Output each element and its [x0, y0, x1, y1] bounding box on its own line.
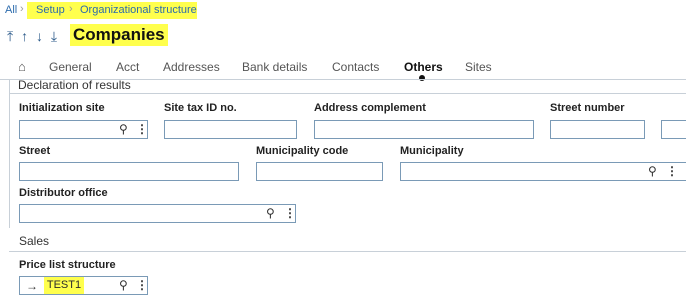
label-price-list-structure: Price list structure — [19, 259, 116, 271]
section-title-declaration: Declaration of results — [18, 78, 131, 92]
street-number-field[interactable] — [550, 120, 645, 139]
breadcrumb-setup[interactable]: Setup — [36, 3, 65, 18]
home-icon[interactable]: ⌂ — [18, 59, 26, 74]
more-options-icon[interactable]: ⋮ — [284, 206, 296, 220]
municipality-code-field[interactable] — [256, 162, 383, 181]
tab-bank-details[interactable]: Bank details — [242, 60, 307, 74]
municipality-field[interactable]: ⚲ ⋮ — [400, 162, 686, 181]
section-border — [9, 80, 10, 228]
label-street-number: Street number — [550, 102, 625, 114]
tab-sites[interactable]: Sites — [465, 60, 492, 74]
label-street: Street — [19, 145, 51, 157]
breadcrumb-organizational-structure[interactable]: Organizational structure — [80, 3, 197, 18]
record-navigation-arrows[interactable]: ⤒ ↑ ↓ ⤓ — [7, 28, 59, 45]
more-options-icon[interactable]: ⋮ — [136, 278, 148, 292]
label-address-complement: Address complement — [314, 102, 426, 114]
tab-addresses[interactable]: Addresses — [163, 60, 220, 74]
search-icon[interactable]: ⚲ — [266, 206, 275, 220]
truncated-field[interactable] — [661, 120, 686, 139]
initialization-site-field[interactable]: ⚲ ⋮ — [19, 120, 148, 139]
label-municipality: Municipality — [400, 145, 464, 157]
more-options-icon[interactable]: ⋮ — [666, 164, 678, 178]
chevron-right-icon: › — [69, 3, 73, 15]
distributor-office-field[interactable]: ⚲ ⋮ — [19, 204, 296, 223]
more-options-icon[interactable]: ⋮ — [136, 122, 148, 136]
section-title-sales: Sales — [19, 234, 50, 248]
label-municipality-code: Municipality code — [256, 145, 349, 157]
label-initialization-site: Initialization site — [19, 102, 105, 114]
price-list-structure-field[interactable]: → TEST1 ⚲ ⋮ — [19, 276, 148, 295]
search-icon[interactable]: ⚲ — [648, 164, 657, 178]
link-arrow-icon[interactable]: → — [26, 279, 38, 293]
section-header-divider — [9, 93, 686, 94]
site-tax-id-field[interactable] — [164, 120, 297, 139]
tab-acct[interactable]: Acct — [116, 60, 139, 74]
page-title: Companies — [70, 24, 168, 46]
tab-general[interactable]: General — [49, 60, 92, 74]
search-icon[interactable]: ⚲ — [119, 278, 128, 292]
tab-contacts[interactable]: Contacts — [332, 60, 379, 74]
breadcrumb-root[interactable]: All — [5, 3, 17, 18]
section-divider — [9, 251, 686, 252]
label-distributor-office: Distributor office — [19, 187, 108, 199]
price-list-structure-value: TEST1 — [44, 277, 84, 294]
chevron-right-icon: › — [20, 3, 24, 15]
active-tab-indicator — [419, 75, 425, 81]
search-icon[interactable]: ⚲ — [119, 122, 128, 136]
street-field[interactable] — [19, 162, 239, 181]
tab-others[interactable]: Others — [404, 60, 443, 74]
label-site-tax-id: Site tax ID no. — [164, 102, 237, 114]
address-complement-field[interactable] — [314, 120, 534, 139]
